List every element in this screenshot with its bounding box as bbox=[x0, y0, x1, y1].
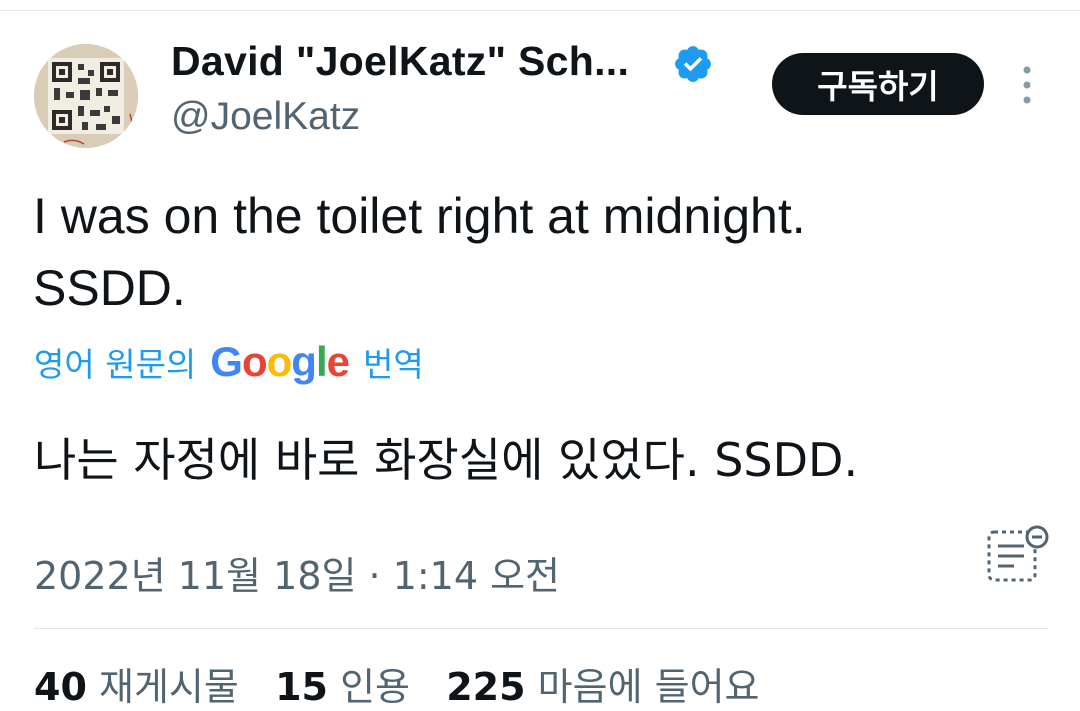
translation-suffix: 번역 bbox=[362, 345, 424, 384]
top-divider bbox=[0, 10, 1080, 11]
retweets-label[interactable]: 재게시물 bbox=[99, 665, 239, 709]
avatar-qr-image bbox=[34, 44, 138, 148]
tweet-timestamp[interactable]: 2022년 11월 18일 · 1:14 오전 bbox=[34, 545, 560, 600]
tweet-text-line-2: SSDD. bbox=[33, 260, 186, 316]
quotes-label[interactable]: 인용 bbox=[340, 665, 410, 709]
verified-badge-icon bbox=[675, 46, 711, 82]
tweet-text: I was on the toilet right at midnight. S… bbox=[33, 180, 1043, 324]
retweets-count[interactable]: 40 bbox=[34, 665, 87, 709]
translation-attribution[interactable]: 영어 원문의 Google 번역 bbox=[34, 336, 424, 388]
more-vertical-icon[interactable] bbox=[1012, 64, 1042, 108]
tweet-text-line-1: I was on the toilet right at midnight. bbox=[33, 188, 806, 244]
likes-count[interactable]: 225 bbox=[446, 665, 525, 709]
subscribe-button[interactable]: 구독하기 bbox=[772, 53, 984, 115]
avatar[interactable] bbox=[34, 44, 138, 148]
translated-text: 나는 자정에 바로 화장실에 있었다. SSDD. bbox=[34, 433, 859, 487]
likes-label[interactable]: 마음에 들어요 bbox=[538, 665, 760, 709]
google-logo: Google bbox=[210, 338, 350, 385]
stats-divider bbox=[34, 628, 1048, 629]
author-name[interactable]: David "JoelKatz" Sch... bbox=[171, 38, 629, 85]
author-handle[interactable]: @JoelKatz bbox=[171, 95, 360, 139]
community-notes-icon[interactable] bbox=[986, 524, 1052, 586]
translation-prefix: 영어 원문의 bbox=[34, 345, 197, 384]
engagement-stats: 40 재게시물 15 인용 225 마음에 들어요 bbox=[34, 656, 760, 711]
quotes-count[interactable]: 15 bbox=[275, 665, 328, 709]
